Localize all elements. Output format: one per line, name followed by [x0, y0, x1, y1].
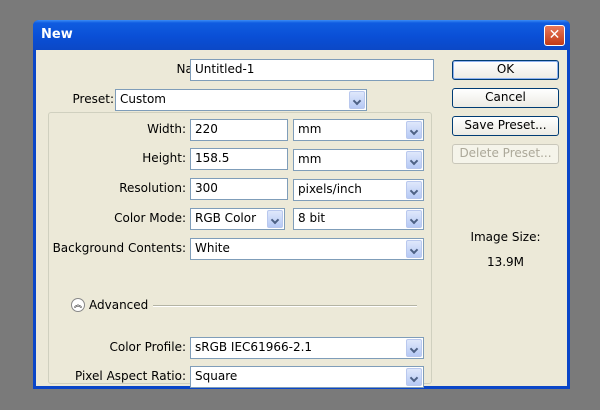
pixel-aspect-label: Pixel Aspect Ratio: — [75, 369, 186, 383]
new-document-dialog: New ✕ Name: Untitled-1 Preset: Custom Wi… — [33, 20, 570, 389]
bit-depth-value: 8 bit — [298, 211, 326, 225]
save-preset-button[interactable]: Save Preset... — [452, 116, 559, 136]
chevron-up-icon: ︽ — [74, 300, 82, 309]
pixel-aspect-value: Square — [195, 369, 238, 383]
color-mode-label: Color Mode: — [114, 211, 186, 225]
image-size-label: Image Size: — [470, 230, 541, 244]
height-label: Height: — [142, 151, 186, 165]
advanced-label: Advanced — [89, 298, 149, 312]
dialog-body: Name: Untitled-1 Preset: Custom Width: 2… — [36, 50, 567, 388]
pixel-aspect-select[interactable]: Square — [190, 366, 424, 388]
width-input[interactable]: 220 — [190, 119, 288, 141]
height-unit-select[interactable]: mm — [293, 149, 424, 171]
ok-button[interactable]: OK — [452, 60, 559, 80]
color-profile-label: Color Profile: — [109, 340, 187, 354]
dialog-title: New — [41, 27, 73, 42]
chevron-down-icon[interactable] — [406, 151, 422, 169]
close-icon: ✕ — [548, 27, 561, 43]
width-unit-select[interactable]: mm — [293, 119, 424, 141]
cancel-button[interactable]: Cancel — [452, 88, 559, 108]
color-mode-value: RGB Color — [195, 211, 257, 225]
background-select[interactable]: White — [190, 238, 424, 260]
resolution-unit-select[interactable]: pixels/inch — [293, 179, 424, 201]
advanced-toggle[interactable]: ︽ — [71, 298, 85, 312]
height-unit-value: mm — [298, 152, 322, 166]
width-unit-value: mm — [298, 122, 322, 136]
width-label: Width: — [147, 122, 186, 136]
preset-value: Custom — [120, 92, 166, 106]
background-value: White — [195, 241, 230, 255]
name-input[interactable]: Untitled-1 — [190, 59, 434, 81]
color-profile-value: sRGB IEC61966-2.1 — [195, 340, 313, 354]
preset-select[interactable]: Custom — [115, 89, 367, 111]
height-input[interactable]: 158.5 — [190, 148, 288, 170]
preset-label: Preset: — [72, 92, 114, 106]
close-button[interactable]: ✕ — [544, 25, 565, 46]
delete-preset-button: Delete Preset... — [452, 144, 559, 164]
advanced-divider — [153, 305, 417, 307]
chevron-down-icon[interactable] — [406, 368, 422, 386]
chevron-down-icon[interactable] — [267, 210, 283, 228]
resolution-input[interactable]: 300 — [190, 178, 288, 200]
chevron-down-icon[interactable] — [406, 121, 422, 139]
background-label: Background Contents: — [52, 241, 186, 255]
color-mode-select[interactable]: RGB Color — [190, 208, 285, 230]
color-profile-select[interactable]: sRGB IEC61966-2.1 — [190, 337, 424, 359]
bit-depth-select[interactable]: 8 bit — [293, 208, 424, 230]
chevron-down-icon[interactable] — [406, 240, 422, 258]
image-size-value: 13.9M — [486, 255, 525, 269]
chevron-down-icon[interactable] — [406, 339, 422, 357]
resolution-unit-value: pixels/inch — [298, 182, 362, 196]
chevron-down-icon[interactable] — [406, 181, 422, 199]
resolution-label: Resolution: — [119, 181, 186, 195]
title-bar[interactable]: New ✕ — [33, 20, 570, 50]
chevron-down-icon[interactable] — [349, 91, 365, 109]
chevron-down-icon[interactable] — [406, 210, 422, 228]
